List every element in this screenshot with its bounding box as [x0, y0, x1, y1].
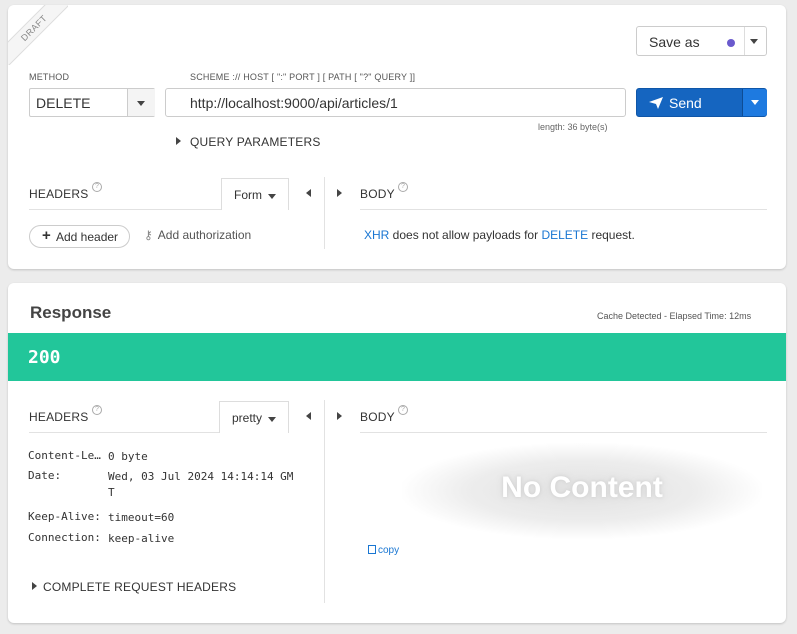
- chevron-down-icon: [268, 417, 276, 422]
- response-headers-mode-value: pretty: [232, 411, 263, 425]
- plus-icon: +: [42, 227, 51, 244]
- response-panel: Response Cache Detected - Elapsed Time: …: [8, 283, 786, 623]
- header-value: keep-alive: [108, 532, 175, 545]
- xhr-link[interactable]: XHR: [364, 228, 389, 242]
- headers-label: HEADERS: [29, 187, 89, 201]
- header-key: Connection:: [28, 531, 101, 544]
- chevron-down-icon[interactable]: [137, 101, 145, 106]
- send-icon: [649, 97, 663, 109]
- method-label: METHOD: [29, 72, 70, 82]
- divider: [360, 209, 767, 210]
- add-authorization-label: Add authorization: [157, 228, 252, 242]
- splitter[interactable]: [324, 400, 325, 603]
- help-icon[interactable]: ?: [92, 182, 102, 192]
- chevron-down-icon[interactable]: [751, 100, 759, 105]
- draft-ribbon: DRAFT: [8, 5, 68, 65]
- url-format-label: SCHEME :// HOST [ ":" PORT ] [ PATH [ "?…: [190, 72, 416, 82]
- url-input[interactable]: [165, 88, 626, 117]
- status-bar: 200: [8, 333, 786, 381]
- no-content-placeholder: No Content: [402, 443, 762, 539]
- add-header-button[interactable]: + Add header: [29, 225, 130, 248]
- header-value: Wed, 03 Jul 2024 14:14:14 GMT: [108, 470, 294, 499]
- help-icon[interactable]: ?: [398, 182, 408, 192]
- collapse-left-icon[interactable]: [306, 412, 311, 420]
- complete-request-headers-toggle[interactable]: COMPLETE REQUEST HEADERS: [43, 580, 236, 594]
- expand-complete-headers-icon[interactable]: [32, 582, 37, 590]
- collapse-left-icon[interactable]: [306, 189, 311, 197]
- copy-button[interactable]: copy: [368, 545, 399, 556]
- divider: [29, 209, 221, 210]
- key-icon: ⚷: [144, 228, 153, 242]
- draft-label: DRAFT: [8, 5, 68, 65]
- save-as-divider: [744, 27, 745, 55]
- header-value: 0 byte: [108, 450, 148, 463]
- response-headers-mode-select[interactable]: pretty: [219, 401, 289, 433]
- add-authorization-link[interactable]: ⚷ Add authorization: [144, 228, 251, 242]
- headers-mode-value: Form: [234, 188, 262, 202]
- method-value: DELETE: [36, 95, 91, 111]
- chevron-down-icon: [268, 194, 276, 199]
- status-dot-icon: [727, 39, 735, 47]
- add-header-label: Add header: [56, 230, 119, 244]
- divider: [360, 432, 767, 433]
- save-as-button[interactable]: Save as: [636, 26, 767, 56]
- method-link[interactable]: DELETE: [541, 228, 588, 242]
- query-parameters-toggle[interactable]: QUERY PARAMETERS: [190, 135, 321, 149]
- copy-label: copy: [378, 545, 400, 556]
- response-title: Response: [30, 303, 112, 322]
- method-select[interactable]: DELETE: [29, 88, 155, 117]
- body-note: XHR does not allow payloads for DELETE r…: [364, 228, 635, 242]
- save-as-label: Save as: [649, 34, 700, 50]
- body-note-text: does not allow payloads for: [389, 228, 542, 242]
- splitter[interactable]: [324, 177, 325, 249]
- url-length: length: 36 byte(s): [538, 122, 608, 132]
- collapse-right-icon[interactable]: [337, 189, 342, 197]
- expand-query-icon[interactable]: [176, 137, 181, 145]
- response-headers-label: HEADERS: [29, 410, 89, 424]
- request-panel: DRAFT Save as METHOD SCHEME :// HOST [ "…: [8, 5, 786, 269]
- no-content-text: No Content: [501, 471, 663, 504]
- method-divider: [127, 89, 128, 116]
- headers-mode-select[interactable]: Form: [221, 178, 289, 210]
- send-label: Send: [669, 95, 702, 111]
- send-button[interactable]: Send: [636, 88, 767, 117]
- header-key: Date:: [28, 469, 62, 482]
- copy-icon: [368, 545, 376, 554]
- chevron-down-icon[interactable]: [750, 39, 758, 44]
- body-note-text: request.: [588, 228, 635, 242]
- collapse-right-icon[interactable]: [337, 412, 342, 420]
- help-icon[interactable]: ?: [398, 405, 408, 415]
- divider: [29, 432, 219, 433]
- cache-info: Cache Detected - Elapsed Time: 12ms: [597, 311, 752, 321]
- help-icon[interactable]: ?: [92, 405, 102, 415]
- header-key: Keep-Alive:: [28, 510, 101, 523]
- header-value: timeout=60: [108, 511, 175, 524]
- status-code: 200: [28, 347, 61, 368]
- response-body-label: BODY: [360, 410, 395, 424]
- header-key: Content-Le…: [28, 449, 101, 462]
- body-label: BODY: [360, 187, 395, 201]
